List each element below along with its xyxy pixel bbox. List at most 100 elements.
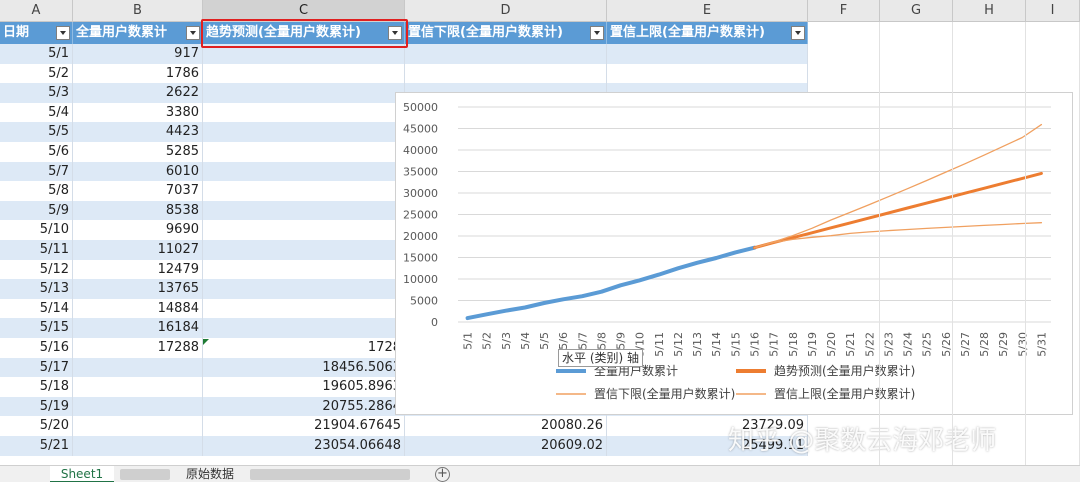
table-cell[interactable]: 11027 xyxy=(73,240,203,260)
filter-dropdown-icon[interactable] xyxy=(791,26,805,40)
table-cell[interactable] xyxy=(203,181,405,201)
table-cell[interactable]: 5/21 xyxy=(0,436,73,456)
table-cell[interactable]: 20755.2864 xyxy=(203,396,405,417)
table-cell[interactable]: 5/15 xyxy=(0,318,73,338)
table-cell[interactable]: 5/14 xyxy=(0,298,73,319)
table-cell[interactable]: 5/5 xyxy=(0,122,73,142)
table-cell[interactable]: 5/16 xyxy=(0,338,73,358)
header-label: 置信下限(全量用户数累计) xyxy=(408,25,563,40)
gridline xyxy=(879,22,880,465)
table-cell[interactable] xyxy=(203,220,405,240)
table-cell[interactable]: 1786 xyxy=(73,63,203,84)
table-cell[interactable]: 5/4 xyxy=(0,102,73,123)
table-cell[interactable] xyxy=(203,83,405,103)
x-tick-label: 5/11 xyxy=(653,332,666,357)
table-cell[interactable] xyxy=(405,63,607,84)
table-cell[interactable] xyxy=(73,377,203,397)
table-cell[interactable] xyxy=(203,200,405,221)
table-cell[interactable] xyxy=(203,279,405,299)
table-cell[interactable]: 5/13 xyxy=(0,279,73,299)
table-cell[interactable]: 21904.67645 xyxy=(203,416,405,436)
column-header-b[interactable]: B xyxy=(73,0,203,22)
table-cell[interactable]: 6010 xyxy=(73,161,203,182)
table-cell[interactable] xyxy=(203,142,405,162)
table-row: 5/20 21904.67645 20080.26 23729.09 xyxy=(0,416,808,436)
table-cell[interactable]: 13765 xyxy=(73,279,203,299)
table-cell[interactable]: 20609.02 xyxy=(405,436,607,456)
table-cell[interactable] xyxy=(203,161,405,182)
table-cell[interactable]: 23054.06648 xyxy=(203,436,405,456)
table-cell[interactable]: 5/8 xyxy=(0,181,73,201)
series-line xyxy=(465,245,757,321)
table-cell[interactable] xyxy=(203,298,405,319)
table-cell[interactable]: 5/18 xyxy=(0,377,73,397)
table-cell[interactable]: 5/20 xyxy=(0,416,73,436)
table-cell[interactable]: 5/12 xyxy=(0,259,73,280)
legend-label: 趋势预测(全量用户数累计) xyxy=(774,363,915,378)
table-cell[interactable] xyxy=(203,102,405,123)
table-cell[interactable]: 3380 xyxy=(73,102,203,123)
table-cell[interactable] xyxy=(73,436,203,456)
header-label: 全量用户数累计 xyxy=(76,25,168,40)
column-header-e[interactable]: E xyxy=(607,0,808,22)
y-tick-label: 25000 xyxy=(403,209,438,222)
table-cell[interactable]: 5/7 xyxy=(0,161,73,182)
table-cell[interactable]: 17288 xyxy=(73,338,203,358)
column-header-i[interactable]: I xyxy=(1026,0,1080,22)
table-header-cell: 置信上限(全量用户数累计) xyxy=(607,22,808,44)
table-cell[interactable] xyxy=(73,396,203,417)
table-cell[interactable] xyxy=(203,63,405,84)
table-cell[interactable]: 5/17 xyxy=(0,357,73,378)
table-cell[interactable] xyxy=(607,44,808,64)
table-cell[interactable]: 12479 xyxy=(73,259,203,280)
column-header-g[interactable]: G xyxy=(880,0,953,22)
table-cell[interactable] xyxy=(73,416,203,436)
table-cell[interactable]: 16184 xyxy=(73,318,203,338)
y-tick-label: 35000 xyxy=(403,166,438,179)
table-cell[interactable]: 8538 xyxy=(73,200,203,221)
table-cell[interactable] xyxy=(607,63,808,84)
table-cell[interactable]: 18456.5063 xyxy=(203,357,405,378)
table-cell[interactable]: 5/19 xyxy=(0,396,73,417)
x-tick-label: 5/30 xyxy=(1016,332,1029,357)
table-cell[interactable]: 5/2 xyxy=(0,63,73,84)
filter-dropdown-icon[interactable] xyxy=(186,26,200,40)
table-cell[interactable]: 7037 xyxy=(73,181,203,201)
table-cell[interactable]: 917 xyxy=(73,44,203,64)
table-cell[interactable] xyxy=(405,44,607,64)
column-header-f[interactable]: F xyxy=(808,0,880,22)
table-cell[interactable]: 9690 xyxy=(73,220,203,240)
table-cell[interactable]: 5/1 xyxy=(0,44,73,64)
table-cell[interactable] xyxy=(203,122,405,142)
column-header-d[interactable]: D xyxy=(405,0,607,22)
filter-dropdown-icon[interactable] xyxy=(590,26,604,40)
table-cell[interactable]: 4423 xyxy=(73,122,203,142)
table-cell[interactable]: 14884 xyxy=(73,298,203,319)
table-cell[interactable]: 5/3 xyxy=(0,83,73,103)
table-cell[interactable]: 5/6 xyxy=(0,142,73,162)
add-sheet-icon[interactable]: + xyxy=(435,467,450,482)
table-cell[interactable]: 20080.26 xyxy=(405,416,607,436)
table-cell[interactable]: 19605.8963 xyxy=(203,377,405,397)
table-cell[interactable]: 5285 xyxy=(73,142,203,162)
sheet-tab-raw-data[interactable]: 原始数据 xyxy=(178,466,242,482)
sheet-tab-sheet1[interactable]: Sheet1 xyxy=(50,466,114,482)
x-tick-label: 5/14 xyxy=(710,332,723,357)
column-header-row: ABCDEFGHI xyxy=(0,0,1080,22)
table-cell[interactable]: 5/10 xyxy=(0,220,73,240)
x-tick-label: 5/17 xyxy=(768,332,781,357)
header-label: 置信上限(全量用户数累计) xyxy=(610,25,765,40)
table-cell[interactable] xyxy=(203,318,405,338)
column-header-a[interactable]: A xyxy=(0,0,73,22)
table-cell[interactable] xyxy=(203,240,405,260)
table-cell[interactable]: 5/9 xyxy=(0,200,73,221)
table-cell[interactable] xyxy=(73,357,203,378)
table-cell[interactable]: 1728 xyxy=(203,338,405,358)
table-cell[interactable] xyxy=(203,259,405,280)
filter-dropdown-icon[interactable] xyxy=(56,26,70,40)
x-tick-label: 5/21 xyxy=(844,332,857,357)
column-header-h[interactable]: H xyxy=(953,0,1026,22)
forecast-chart[interactable]: 0 5000 10000 15000 20000 25000 30000 35000 40000… xyxy=(395,92,1073,415)
table-cell[interactable]: 5/11 xyxy=(0,240,73,260)
table-cell[interactable]: 2622 xyxy=(73,83,203,103)
